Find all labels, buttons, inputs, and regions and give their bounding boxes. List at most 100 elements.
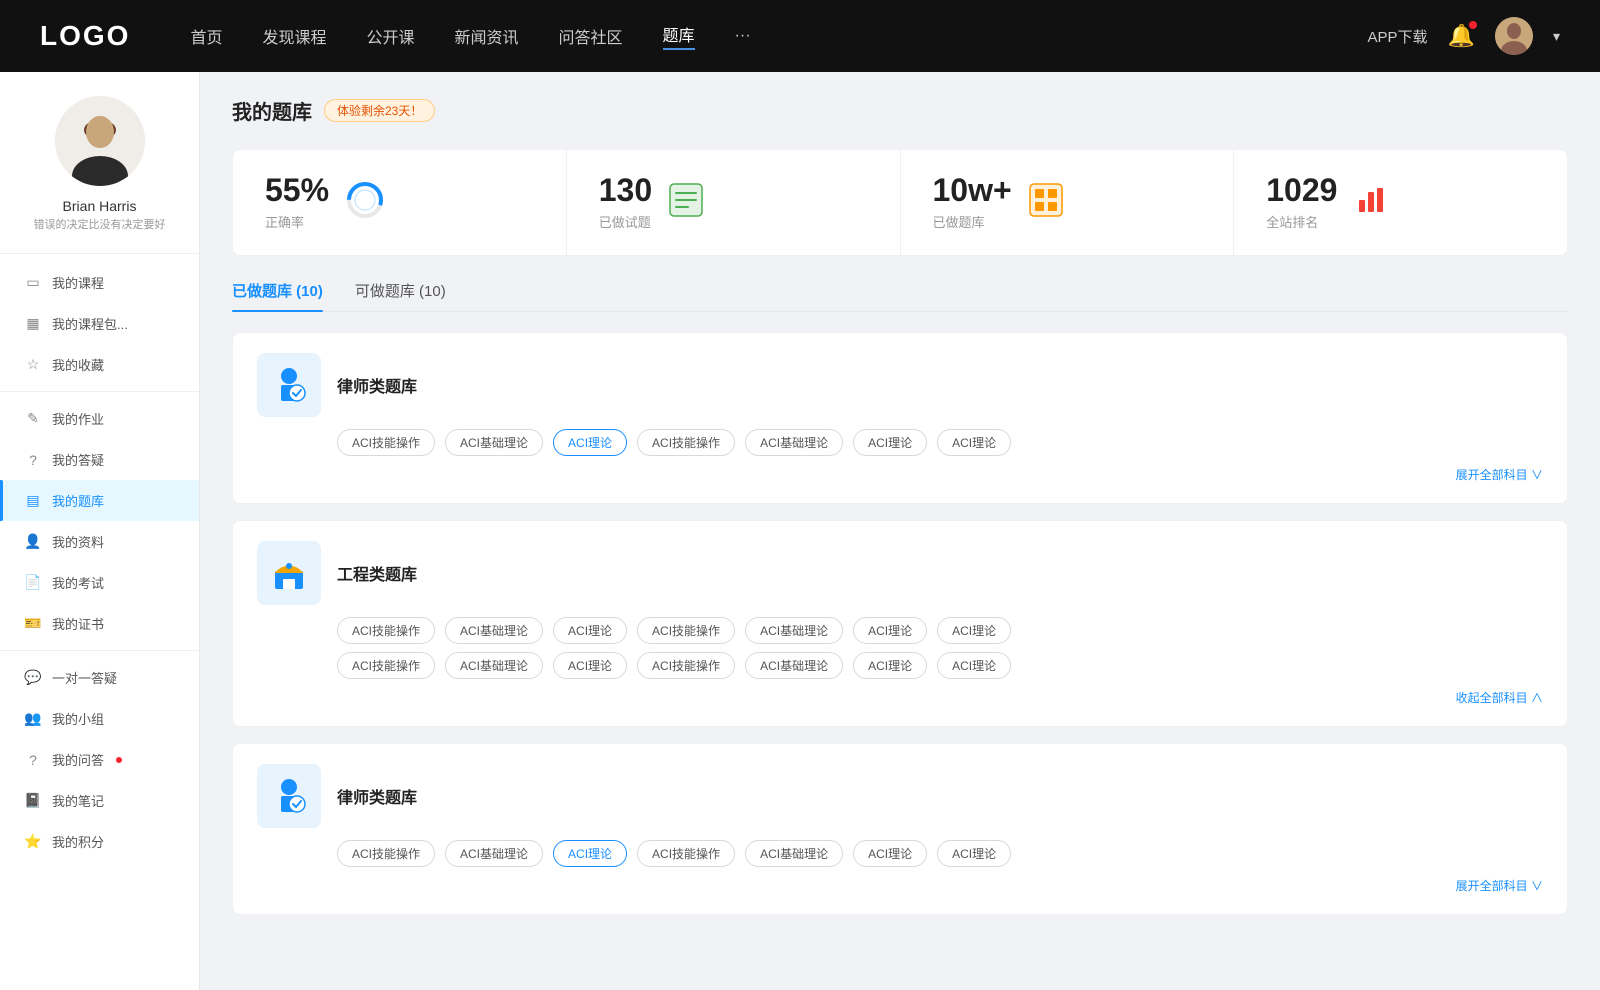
- bank-card-footer-lawyer-2: 展开全部科目 ∨: [257, 877, 1543, 894]
- stat-done-banks-numbers: 10w+ 已做题库: [933, 174, 1012, 231]
- nav-news[interactable]: 新闻资讯: [455, 24, 519, 48]
- sidebar-label-groups: 我的小组: [52, 709, 104, 728]
- sidebar-label-one-on-one: 一对一答疑: [52, 668, 117, 687]
- tag-4[interactable]: ACI基础理论: [745, 429, 843, 456]
- tag-1[interactable]: ACI基础理论: [445, 429, 543, 456]
- nav-discover[interactable]: 发现课程: [262, 24, 326, 48]
- sidebar-item-course-packages[interactable]: ▦ 我的课程包...: [0, 303, 199, 344]
- bar-chart-icon: [1353, 182, 1389, 223]
- sidebar-item-groups[interactable]: 👥 我的小组: [0, 698, 199, 739]
- lawyer-bank-icon: [257, 353, 321, 417]
- sidebar-item-certificate[interactable]: 🎫 我的证书: [0, 603, 199, 644]
- eng-tag-10[interactable]: ACI技能操作: [637, 652, 735, 679]
- notification-dot: [1469, 21, 1477, 29]
- law2-tag-6[interactable]: ACI理论: [937, 840, 1011, 867]
- eng-tag-12[interactable]: ACI理论: [853, 652, 927, 679]
- bank-card-footer-lawyer-1: 展开全部科目 ∨: [257, 466, 1543, 483]
- avatar-image: [1495, 17, 1533, 55]
- notification-bell[interactable]: 🔔: [1448, 23, 1475, 49]
- eng-tag-3[interactable]: ACI技能操作: [637, 617, 735, 644]
- stat-ranking-value: 1029: [1266, 174, 1337, 206]
- collapse-button-engineer[interactable]: 收起全部科目 ∧: [1456, 689, 1543, 706]
- bank-card-footer-engineer: 收起全部科目 ∧: [257, 689, 1543, 706]
- sidebar-item-exam[interactable]: 📄 我的考试: [0, 562, 199, 603]
- nav-questions[interactable]: 题库: [663, 22, 695, 50]
- one-on-one-icon: 💬: [24, 669, 42, 686]
- question-bank-icon: ▤: [24, 492, 42, 509]
- tag-0[interactable]: ACI技能操作: [337, 429, 435, 456]
- eng-tag-7[interactable]: ACI技能操作: [337, 652, 435, 679]
- eng-tag-6[interactable]: ACI理论: [937, 617, 1011, 644]
- sidebar-item-one-on-one[interactable]: 💬 一对一答疑: [0, 657, 199, 698]
- app-download-link[interactable]: APP下载: [1368, 26, 1428, 47]
- sidebar-item-courses[interactable]: ▭ 我的课程: [0, 262, 199, 303]
- engineer-bank-icon: [257, 541, 321, 605]
- tab-done-banks[interactable]: 已做题库 (10): [232, 280, 323, 311]
- expand-button-lawyer-2[interactable]: 展开全部科目 ∨: [1456, 877, 1543, 894]
- eng-tag-8[interactable]: ACI基础理论: [445, 652, 543, 679]
- bank-card-lawyer-2: 律师类题库 ACI技能操作 ACI基础理论 ACI理论 ACI技能操作 ACI基…: [232, 743, 1568, 915]
- sidebar-label-homework: 我的作业: [52, 409, 104, 428]
- grid-icon: [1028, 182, 1064, 223]
- nav-home[interactable]: 首页: [190, 24, 222, 48]
- tag-5[interactable]: ACI理论: [853, 429, 927, 456]
- sidebar-item-answers[interactable]: ? 我的答疑: [0, 439, 199, 480]
- user-avatar[interactable]: [1495, 17, 1533, 55]
- stat-done-banks: 10w+ 已做题库: [901, 150, 1235, 255]
- eng-tag-9[interactable]: ACI理论: [553, 652, 627, 679]
- homework-icon: ✎: [24, 410, 42, 427]
- question-bank-tabs: 已做题库 (10) 可做题库 (10): [232, 280, 1568, 312]
- law2-tag-4[interactable]: ACI基础理论: [745, 840, 843, 867]
- list-icon: [668, 182, 704, 223]
- sidebar-item-points[interactable]: ⭐ 我的积分: [0, 821, 199, 862]
- sidebar-item-my-qa[interactable]: ? 我的问答: [0, 739, 199, 780]
- sidebar-label-certificate: 我的证书: [52, 614, 104, 633]
- stat-done-banks-value: 10w+: [933, 174, 1012, 206]
- groups-icon: 👥: [24, 710, 42, 727]
- sidebar-divider-1: [0, 391, 199, 392]
- bank-card-header-engineer: 工程类题库: [257, 541, 1543, 605]
- lawyer-bank-icon-2: [257, 764, 321, 828]
- lawyer-bank-tags-1: ACI技能操作 ACI基础理论 ACI理论 ACI技能操作 ACI基础理论 AC…: [257, 429, 1543, 456]
- law2-tag-2-active[interactable]: ACI理论: [553, 840, 627, 867]
- eng-tag-0[interactable]: ACI技能操作: [337, 617, 435, 644]
- nav-openclass[interactable]: 公开课: [366, 24, 414, 48]
- eng-tag-1[interactable]: ACI基础理论: [445, 617, 543, 644]
- eng-tag-13[interactable]: ACI理论: [937, 652, 1011, 679]
- navigation: LOGO 首页 发现课程 公开课 新闻资讯 问答社区 题库 ··· APP下载 …: [0, 0, 1600, 72]
- logo: LOGO: [40, 20, 130, 52]
- eng-tag-4[interactable]: ACI基础理论: [745, 617, 843, 644]
- engineer-bank-tags-row2: ACI技能操作 ACI基础理论 ACI理论 ACI技能操作 ACI基础理论 AC…: [257, 652, 1543, 679]
- points-icon: ⭐: [24, 833, 42, 850]
- main-layout: Brian Harris 错误的决定比没有决定要好 ▭ 我的课程 ▦ 我的课程包…: [0, 72, 1600, 990]
- nav-qa[interactable]: 问答社区: [559, 24, 623, 48]
- sidebar-item-question-bank[interactable]: ▤ 我的题库: [0, 480, 199, 521]
- sidebar-item-notes[interactable]: 📓 我的笔记: [0, 780, 199, 821]
- profile-name: Brian Harris: [63, 198, 137, 214]
- accuracy-chart-icon: [345, 180, 385, 225]
- law2-tag-1[interactable]: ACI基础理论: [445, 840, 543, 867]
- user-menu-chevron[interactable]: ▾: [1553, 28, 1560, 45]
- main-content: 我的题库 体验剩余23天！ 55% 正确率: [200, 72, 1600, 990]
- law2-tag-5[interactable]: ACI理论: [853, 840, 927, 867]
- eng-tag-11[interactable]: ACI基础理论: [745, 652, 843, 679]
- stat-done-questions-label: 已做试题: [599, 212, 652, 231]
- tag-3[interactable]: ACI技能操作: [637, 429, 735, 456]
- sidebar-item-profile[interactable]: 👤 我的资料: [0, 521, 199, 562]
- tab-available-banks[interactable]: 可做题库 (10): [355, 280, 446, 311]
- expand-button-lawyer-1[interactable]: 展开全部科目 ∨: [1456, 466, 1543, 483]
- stat-ranking: 1029 全站排名: [1234, 150, 1567, 255]
- sidebar-item-homework[interactable]: ✎ 我的作业: [0, 398, 199, 439]
- eng-tag-2[interactable]: ACI理论: [553, 617, 627, 644]
- nav-more[interactable]: ···: [735, 27, 751, 45]
- sidebar-label-notes: 我的笔记: [52, 791, 104, 810]
- stat-done-questions: 130 已做试题: [567, 150, 901, 255]
- law2-tag-3[interactable]: ACI技能操作: [637, 840, 735, 867]
- tag-2-active[interactable]: ACI理论: [553, 429, 627, 456]
- law2-tag-0[interactable]: ACI技能操作: [337, 840, 435, 867]
- user-profile: Brian Harris 错误的决定比没有决定要好: [0, 96, 199, 254]
- sidebar-item-favorites[interactable]: ☆ 我的收藏: [0, 344, 199, 385]
- eng-tag-5[interactable]: ACI理论: [853, 617, 927, 644]
- tag-6[interactable]: ACI理论: [937, 429, 1011, 456]
- profile-avatar: [55, 96, 145, 186]
